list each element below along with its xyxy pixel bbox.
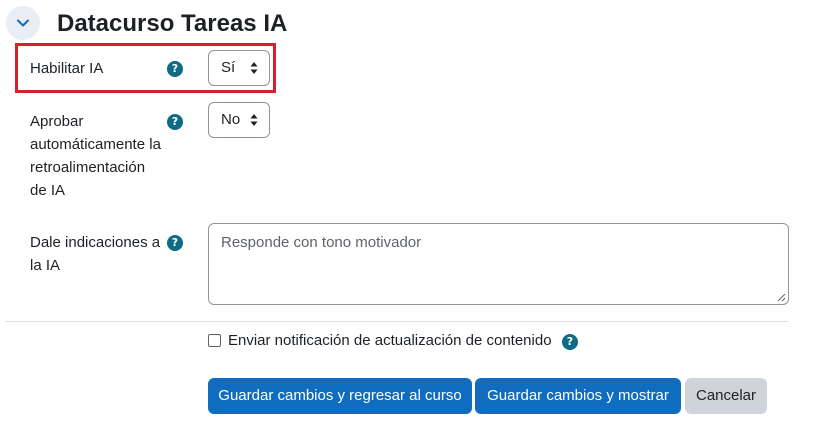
- auto-approve-label-line: de IA: [30, 182, 66, 199]
- auto-approve-select-value: No: [221, 111, 241, 128]
- auto-approve-label-line: automáticamente la: [30, 136, 161, 153]
- instructions-textarea[interactable]: Responde con tono motivador: [208, 223, 789, 305]
- notification-checkbox[interactable]: [208, 334, 221, 347]
- instructions-label-line: Dale indicaciones a: [30, 234, 161, 251]
- question-circle-icon[interactable]: ?: [167, 114, 183, 130]
- resize-grip-icon[interactable]: [776, 292, 786, 302]
- select-arrows-icon: [250, 114, 258, 126]
- save-show-button[interactable]: Guardar cambios y mostrar: [475, 378, 681, 414]
- cancel-button[interactable]: Cancelar: [685, 378, 767, 414]
- section-title: Datacurso Tareas IA: [57, 10, 288, 37]
- instructions-textarea-value: Responde con tono motivador: [221, 234, 422, 251]
- collapse-section-button[interactable]: [6, 6, 40, 40]
- question-circle-icon[interactable]: ?: [167, 235, 183, 251]
- question-circle-icon[interactable]: ?: [167, 61, 183, 77]
- auto-approve-label-line: retroalimentación: [30, 159, 146, 176]
- instructions-label-line: la IA: [30, 257, 61, 274]
- auto-approve-select[interactable]: No: [208, 102, 270, 138]
- auto-approve-label: Aprobar automáticamente la retroalimenta…: [30, 110, 161, 202]
- enable-ai-select-value: Sí: [221, 59, 236, 76]
- enable-ai-select[interactable]: Sí: [208, 50, 270, 86]
- divider: [5, 321, 788, 322]
- instructions-label: Dale indicaciones a la IA: [30, 231, 160, 277]
- select-arrows-icon: [250, 62, 258, 74]
- chevron-down-icon: [17, 19, 29, 27]
- question-circle-icon[interactable]: ?: [562, 334, 578, 350]
- save-return-button[interactable]: Guardar cambios y regresar al curso: [208, 378, 472, 414]
- notification-label[interactable]: Enviar notificación de actualización de …: [228, 331, 552, 351]
- enable-ai-label: Habilitar IA: [30, 60, 104, 77]
- auto-approve-label-line: Aprobar: [30, 113, 84, 130]
- ai-settings-form: Datacurso Tareas IA Habilitar IA ? Sí Ap…: [0, 0, 817, 431]
